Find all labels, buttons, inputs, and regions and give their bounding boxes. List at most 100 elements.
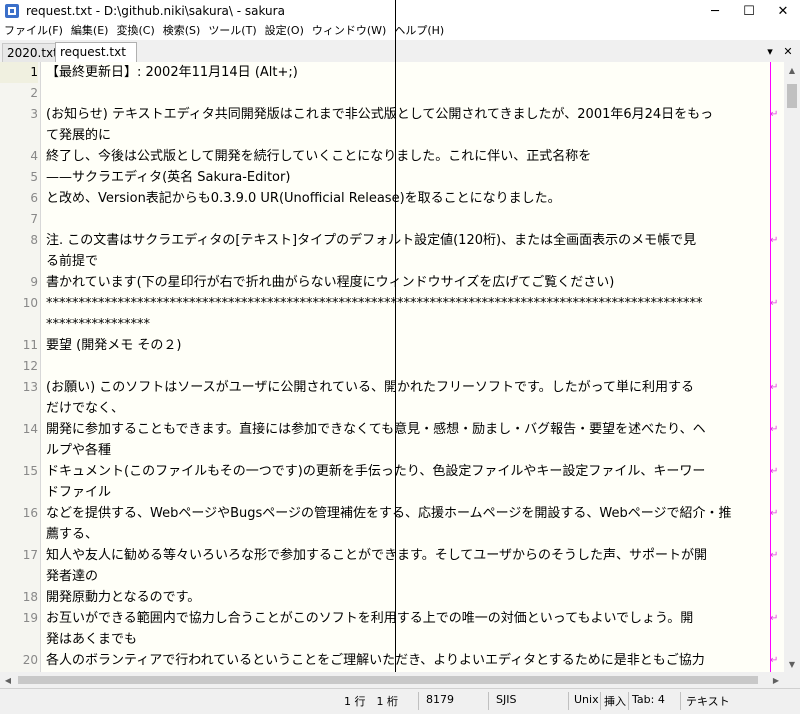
line-number[interactable]: 6 [0, 188, 38, 209]
text-line-row[interactable]: などを提供する、WebページやBugsページの管理補佐をする、応援ホームページを… [46, 503, 768, 524]
maximize-button[interactable]: ☐ [732, 0, 766, 22]
wrap-indicator-icon: ↵ [770, 655, 779, 666]
status-tab-width: Tab: 4 [632, 693, 665, 706]
text-line-row[interactable]: 開発に参加することもできます。直接には参加できなくても意見・感想・励まし・バグ報… [46, 419, 768, 440]
line-number[interactable]: 12 [0, 356, 38, 377]
wrap-indicator-icon: ↵ [770, 109, 779, 120]
wrap-indicator-icon: ↵ [770, 550, 779, 561]
horizontal-scroll-thumb[interactable] [18, 676, 758, 684]
vertical-scrollbar[interactable]: ▲ ▼ [784, 62, 800, 672]
menu-edit[interactable]: 編集(E) [67, 22, 113, 40]
line-number[interactable]: 1 [0, 62, 38, 83]
text-line-row[interactable]: ドキュメント(このファイルもその一つです)の更新を手伝ったり、色設定ファイルやキ… [46, 461, 768, 482]
status-encoding[interactable]: SJIS [496, 693, 516, 706]
wrap-indicator-icon: ↵ [770, 298, 779, 309]
status-insert-mode: 挿入 [604, 695, 626, 708]
text-line-row[interactable]: ****************************************… [46, 293, 768, 314]
status-cursor-position: 1 行 1 桁 [344, 695, 398, 708]
scroll-right-icon[interactable]: ▶ [768, 672, 784, 688]
text-line-row[interactable]: 各人のボランティアで行われているということをご理解いただき、よりよいエディタとす… [46, 650, 768, 671]
vertical-scroll-thumb[interactable] [787, 84, 797, 108]
wrap-indicator-icon: ↵ [770, 235, 779, 246]
line-number[interactable]: 8 [0, 230, 38, 251]
line-number[interactable]: 20 [0, 650, 38, 671]
status-separator [568, 692, 569, 710]
text-line-row[interactable]: 発者達の [46, 566, 768, 587]
line-number[interactable]: 19 [0, 608, 38, 629]
menu-window[interactable]: ウィンドウ(W) [308, 22, 390, 40]
line-number[interactable]: 15 [0, 461, 38, 482]
right-margin-line [770, 62, 771, 672]
status-separator [488, 692, 489, 710]
menu-file[interactable]: ファイル(F) [0, 22, 67, 40]
sakura-app-icon[interactable] [4, 3, 20, 19]
text-line-row[interactable]: 終了し、今後は公式版として開発を続行していくことになりました。これに伴い、正式名… [46, 146, 768, 167]
status-separator [680, 692, 681, 710]
vertical-cursor-line [395, 0, 396, 713]
line-number[interactable]: 17 [0, 545, 38, 566]
menu-convert[interactable]: 変換(C) [112, 22, 158, 40]
text-line-row[interactable]: 薦する、 [46, 524, 768, 545]
minimize-button[interactable]: ─ [698, 0, 732, 22]
text-line-row[interactable]: 知人や友人に勧める等々いろいろな形で参加することができます。そしてユーザからのそ… [46, 545, 768, 566]
text-line-row[interactable]: **************** [46, 314, 768, 335]
close-button[interactable]: ✕ [766, 0, 800, 22]
menu-help[interactable]: ヘルプ(H) [390, 22, 448, 40]
status-char-code: 8179 [426, 693, 454, 706]
text-line-row[interactable]: (お知らせ) テキストエディタ共同開発版はこれまで非公式版として公開されてきまし… [46, 104, 768, 125]
text-line-row[interactable]: ルプや各種 [46, 440, 768, 461]
line-number[interactable]: 9 [0, 272, 38, 293]
text-line-row[interactable]: 発はあくまでも [46, 629, 768, 650]
scroll-down-icon[interactable]: ▼ [784, 656, 800, 672]
status-separator [600, 692, 601, 710]
status-separator [628, 692, 629, 710]
tab-close-icon[interactable]: ✕ [780, 43, 796, 59]
line-number[interactable]: 14 [0, 419, 38, 440]
tab-list-dropdown-icon[interactable]: ▾ [762, 43, 778, 59]
line-number[interactable]: 3 [0, 104, 38, 125]
text-line-row[interactable]: 注. この文書はサクラエディタの[テキスト]タイプのデフォルト設定値(120桁)… [46, 230, 768, 251]
text-line-row[interactable]: 要望 (開発メモ その２) [46, 335, 768, 356]
menu-search[interactable]: 検索(S) [159, 22, 205, 40]
line-number[interactable]: 16 [0, 503, 38, 524]
scroll-up-icon[interactable]: ▲ [784, 62, 800, 78]
status-file-type[interactable]: テキスト [686, 693, 730, 709]
line-number[interactable]: 11 [0, 335, 38, 356]
text-line-row[interactable]: 【最終更新日】: 2002年11月14日 (Alt+;) [46, 62, 768, 83]
menu-settings[interactable]: 設定(O) [261, 22, 308, 40]
status-separator [418, 692, 419, 710]
text-line-row[interactable]: て発展的に [46, 125, 768, 146]
text-line-row[interactable]: だけでなく、 [46, 398, 768, 419]
text-line-row[interactable]: (お願い) このソフトはソースがユーザに公開されている、開かれたフリーソフトです… [46, 377, 768, 398]
menu-bar: ファイル(F) 編集(E) 変換(C) 検索(S) ツール(T) 設定(O) ウ… [0, 22, 800, 40]
window-title: request.txt - D:\github.niki\sakura\ - s… [26, 4, 285, 18]
text-line-row[interactable]: る前提で [46, 251, 768, 272]
scroll-left-icon[interactable]: ◀ [0, 672, 16, 688]
text-line-row[interactable]: 書かれています(下の星印行が右で折れ曲がらない程度にウィンドウサイズを広げてご覧… [46, 272, 768, 293]
line-number[interactable]: 18 [0, 587, 38, 608]
line-number[interactable]: 10 [0, 293, 38, 314]
tab-2020-txt[interactable]: 2020.txt [2, 43, 62, 62]
text-line-row[interactable]: と改め、Version表記からも0.3.9.0 UR(Unofficial Re… [46, 188, 768, 209]
wrap-indicator-icon: ↵ [770, 382, 779, 393]
line-number[interactable]: 5 [0, 167, 38, 188]
line-number[interactable]: 2 [0, 83, 38, 104]
line-number[interactable]: 13 [0, 377, 38, 398]
horizontal-scrollbar[interactable]: ◀ ▶ [0, 672, 784, 688]
line-number[interactable]: 4 [0, 146, 38, 167]
tab-request-txt[interactable]: request.txt [55, 42, 137, 63]
title-bar: request.txt - D:\github.niki\sakura\ - s… [0, 0, 800, 22]
status-eol[interactable]: Unix [574, 693, 599, 706]
text-line-row[interactable] [46, 356, 768, 377]
line-number[interactable]: 7 [0, 209, 38, 230]
text-line-row[interactable] [46, 209, 768, 230]
menu-tools[interactable]: ツール(T) [204, 22, 260, 40]
text-line-row[interactable]: ——サクラエディタ(英名 Sakura-Editor) [46, 167, 768, 188]
status-bar: 1 行 1 桁 8179 SJIS Unix 挿入 Tab: 4 テキスト [0, 688, 800, 714]
text-editor[interactable]: 【最終更新日】: 2002年11月14日 (Alt+;) 1 2 (お知らせ) テキス… [0, 62, 784, 672]
text-line-row[interactable] [46, 83, 768, 104]
text-line-row[interactable]: 開発原動力となるのです。 [46, 587, 768, 608]
text-line-row[interactable]: お互いができる範囲内で協力し合うことがこのソフトを利用する上での唯一の対価といっ… [46, 608, 768, 629]
text-line-row[interactable]: ドファイル [46, 482, 768, 503]
scrollbar-corner [784, 672, 800, 688]
